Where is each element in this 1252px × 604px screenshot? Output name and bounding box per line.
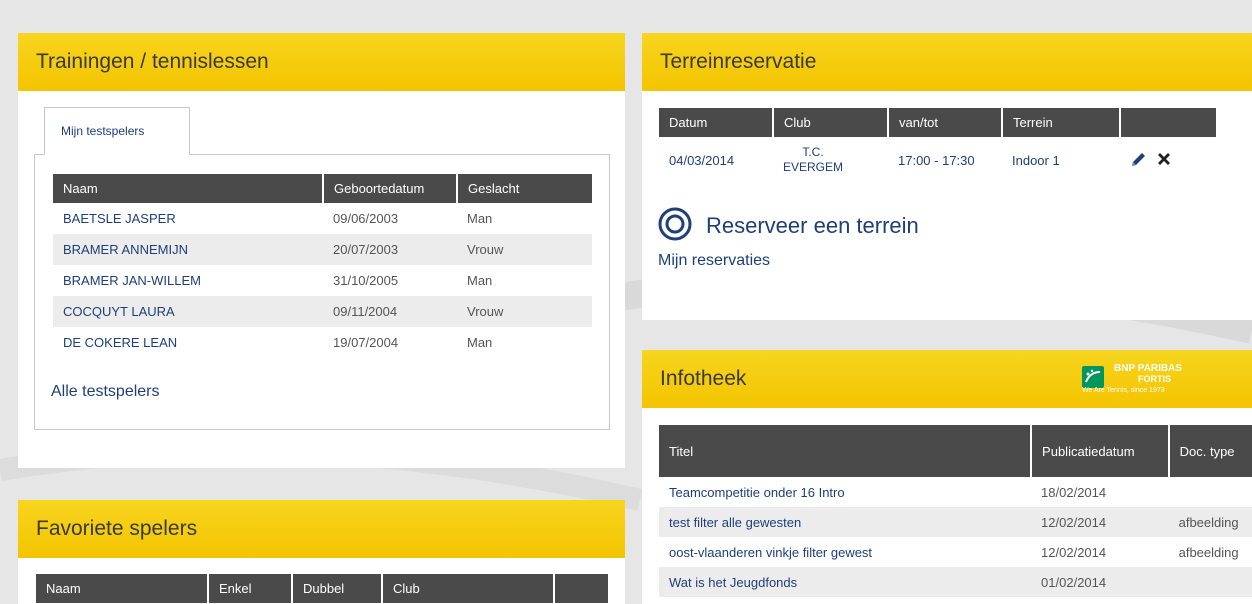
reservatie-actions: [1120, 137, 1216, 183]
col-dubbel[interactable]: Dubbel: [292, 574, 383, 603]
mijn-reservaties-link[interactable]: Mijn reservaties: [658, 252, 770, 270]
infotheek-title-bar: Infotheek BNP PARIBAS FORTIS We Are Tenn…: [642, 350, 1252, 408]
favoriete-table: Naam Enkel Dubbel Club: [36, 574, 608, 603]
table-row[interactable]: oost-vlaanderen vinkje filter gewest 12/…: [659, 537, 1252, 567]
table-row[interactable]: BRAMER JAN-WILLEM 31/10/2005 Man: [53, 265, 592, 296]
reservaties-table: Datum Club van/tot Terrein 04/03/2014 T.…: [659, 108, 1216, 183]
col-naam[interactable]: Naam: [36, 574, 209, 603]
speler-naam[interactable]: BAETSLE JASPER: [53, 203, 323, 234]
doc-titel[interactable]: oost-vlaanderen vinkje filter gewest: [659, 537, 1031, 567]
trainingen-title: Trainingen / tennislessen: [18, 33, 625, 91]
reserveer-terrein-button[interactable]: Reserveer een terrein: [658, 207, 919, 245]
pencil-icon[interactable]: [1130, 150, 1148, 171]
doc-type: [1168, 567, 1252, 597]
col-naam[interactable]: Naam: [53, 174, 324, 203]
doc-type: afbeelding: [1168, 507, 1252, 537]
speler-geslacht: Vrouw: [457, 234, 592, 265]
sponsor-tagline: We Are Tennis, since 1973: [1082, 387, 1165, 394]
doc-type: afbeelding: [1178, 544, 1239, 560]
doc-datum: 12/02/2014: [1031, 507, 1169, 537]
speler-geslacht: Man: [467, 335, 493, 350]
table-row[interactable]: BAETSLE JASPER 09/06/2003 Man: [53, 203, 592, 234]
speler-geboortedatum: 31/10/2005: [333, 273, 399, 288]
reservatie-club-label: T.C. EVERGEM: [783, 145, 844, 174]
table-row[interactable]: Wat is het Jeugdfonds 01/02/2014: [659, 567, 1252, 597]
speler-naam[interactable]: BRAMER ANNEMIJN: [53, 234, 323, 265]
col-geslacht[interactable]: Geslacht: [457, 174, 592, 203]
testspelers-table: Naam Geboortedatum Geslacht BAETSLE JASP…: [53, 174, 592, 358]
doc-datum: 18/02/2014: [1041, 484, 1107, 500]
table-row[interactable]: COCQUYT LAURA 09/11/2004 Vrouw: [53, 296, 592, 327]
speler-geboortedatum: 19/07/2004: [333, 335, 399, 350]
sponsor-logo: BNP PARIBAS FORTIS We Are Tennis, since …: [1080, 361, 1202, 399]
speler-naam[interactable]: BRAMER JAN-WILLEM: [53, 265, 323, 296]
table-row[interactable]: DE COKERE LEAN 19/07/2004 Man: [53, 327, 592, 358]
col-club[interactable]: Club: [773, 108, 889, 137]
col-actions: [554, 574, 608, 603]
reservatie-vantot: 17:00 - 17:30: [898, 152, 975, 168]
sponsor-name: BNP PARIBAS: [1114, 363, 1182, 374]
speler-geslacht: Man: [467, 211, 493, 226]
infotheek-title: Infotheek: [660, 367, 747, 390]
col-datum[interactable]: Datum: [659, 108, 774, 137]
col-enkel[interactable]: Enkel: [208, 574, 293, 603]
doc-titel[interactable]: Teamcompetitie onder 16 Intro: [659, 477, 1031, 507]
sponsor-mark-icon: [1082, 366, 1104, 388]
speler-geslacht: Vrouw: [457, 296, 592, 327]
col-doc-type[interactable]: Doc. type: [1168, 425, 1252, 477]
reservatie-club: T.C. EVERGEM: [773, 137, 888, 183]
doc-type: [1169, 477, 1252, 507]
col-titel[interactable]: Titel: [659, 425, 1033, 477]
speler-naam[interactable]: COCQUYT LAURA: [53, 296, 323, 327]
reservatie-datum: 04/03/2014: [669, 152, 735, 168]
col-club[interactable]: Club: [382, 574, 555, 603]
doc-titel[interactable]: test filter alle gewesten: [659, 507, 1032, 537]
terrein-panel: Terreinreservatie Datum Club van/tot Ter…: [642, 33, 1252, 320]
speler-geboortedatum: 20/07/2003: [323, 234, 457, 265]
table-row[interactable]: BRAMER ANNEMIJN 20/07/2003 Vrouw: [53, 234, 592, 265]
table-row[interactable]: Teamcompetitie onder 16 Intro 18/02/2014: [659, 477, 1252, 507]
trainingen-panel: Trainingen / tennislessen Mijn testspele…: [18, 33, 625, 468]
table-row: 04/03/2014 T.C. EVERGEM 17:00 - 17:30 In…: [659, 137, 1216, 183]
col-geboortedatum[interactable]: Geboortedatum: [323, 174, 458, 203]
reserveer-terrein-label[interactable]: Reserveer een terrein: [706, 213, 919, 239]
col-actions: [1120, 108, 1216, 137]
doc-titel[interactable]: Wat is het Jeugdfonds: [659, 567, 1032, 597]
alle-testspelers-link[interactable]: Alle testspelers: [51, 383, 160, 401]
speler-geboortedatum: 09/11/2004: [323, 296, 457, 327]
col-vantot[interactable]: van/tot: [888, 108, 1003, 137]
tab-mijn-testspelers[interactable]: Mijn testspelers: [44, 107, 190, 155]
doc-datum: 01/02/2014: [1031, 567, 1169, 597]
favoriete-title: Favoriete spelers: [18, 500, 625, 558]
terrein-title: Terreinreservatie: [642, 33, 1252, 91]
col-terrein[interactable]: Terrein: [1002, 108, 1121, 137]
speler-geboortedatum: 09/06/2003: [333, 211, 399, 226]
sponsor-name-2: FORTIS: [1138, 374, 1171, 384]
infotheek-table: Titel Publicatiedatum Doc. type Teamcomp…: [659, 425, 1252, 597]
table-row[interactable]: test filter alle gewesten 12/02/2014 afb…: [659, 507, 1252, 537]
close-icon[interactable]: [1156, 151, 1172, 170]
reservatie-terrein: Indoor 1: [1012, 152, 1060, 168]
doc-datum: 12/02/2014: [1041, 544, 1107, 560]
speler-geslacht: Man: [467, 273, 493, 288]
col-publicatiedatum[interactable]: Publicatiedatum: [1031, 425, 1170, 477]
infotheek-panel: Infotheek BNP PARIBAS FORTIS We Are Tenn…: [642, 350, 1252, 604]
testspelers-tab-content: Naam Geboortedatum Geslacht BAETSLE JASP…: [34, 154, 610, 430]
favoriete-panel: Favoriete spelers Naam Enkel Dubbel Club: [18, 500, 625, 604]
speler-naam[interactable]: DE COKERE LEAN: [53, 327, 323, 358]
target-icon: [658, 207, 692, 245]
